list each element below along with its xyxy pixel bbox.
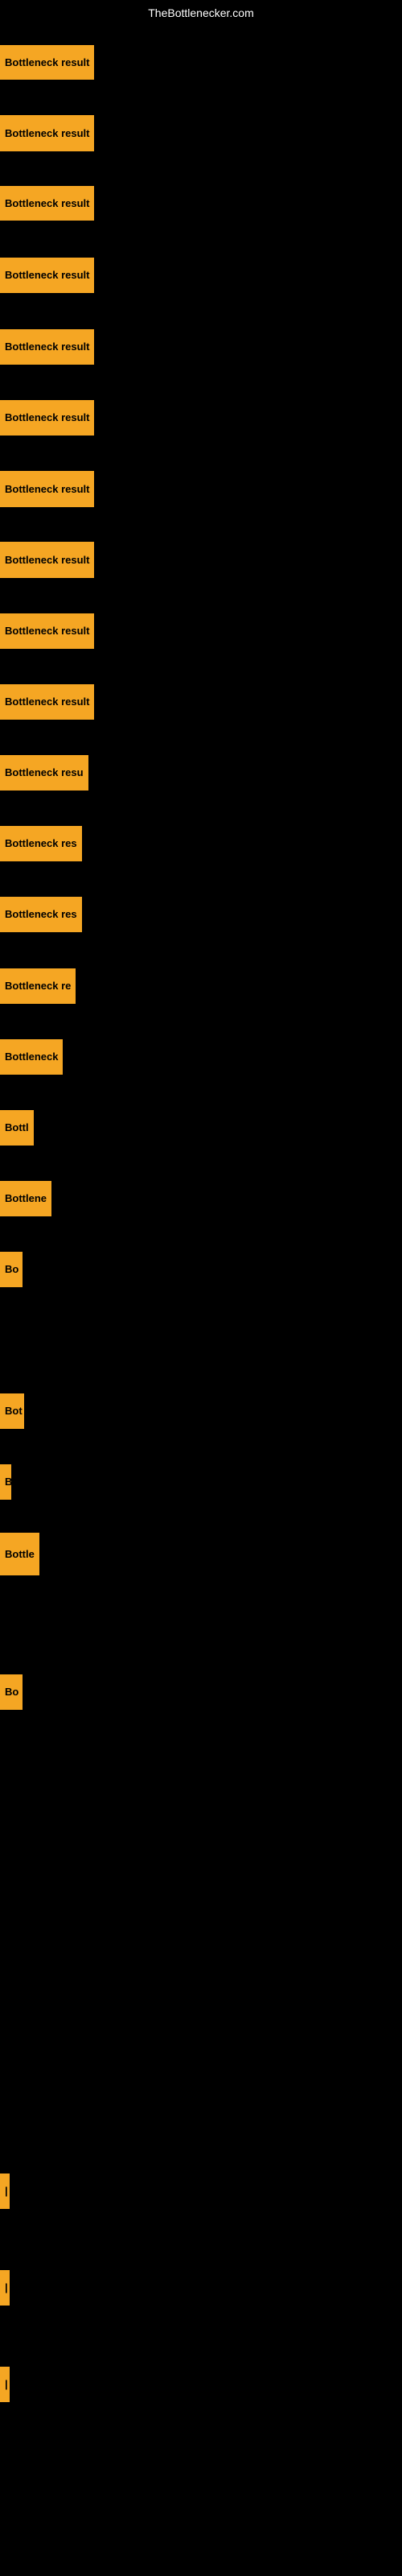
bottleneck-result-label-26: | <box>0 2270 10 2306</box>
bottleneck-result-label-2: Bottleneck result <box>0 115 94 151</box>
bottleneck-result-label-12: Bottleneck res <box>0 826 82 861</box>
bottleneck-result-label-17: Bottlene <box>0 1181 51 1216</box>
bottleneck-result-label-13: Bottleneck res <box>0 897 82 932</box>
bottleneck-result-label-15: Bottleneck <box>0 1039 63 1075</box>
bottleneck-result-label-1: Bottleneck result <box>0 45 94 80</box>
bottleneck-result-label-21: B <box>0 1464 11 1500</box>
bottleneck-result-label-11: Bottleneck resu <box>0 755 88 791</box>
bottleneck-result-label-7: Bottleneck result <box>0 471 94 507</box>
bottleneck-result-label-18: Bo <box>0 1252 23 1287</box>
bottleneck-result-label-16: Bottl <box>0 1110 34 1146</box>
bottleneck-result-label-10: Bottleneck result <box>0 684 94 720</box>
bottleneck-result-label-25: | <box>0 2174 10 2209</box>
bottleneck-result-label-5: Bottleneck result <box>0 329 94 365</box>
bottleneck-result-label-24: Bo <box>0 1674 23 1710</box>
bottleneck-result-label-27: | <box>0 2367 10 2402</box>
bottleneck-result-label-4: Bottleneck result <box>0 258 94 293</box>
bottleneck-result-label-22: Bottle <box>0 1533 39 1575</box>
bottleneck-result-label-8: Bottleneck result <box>0 542 94 578</box>
bottleneck-result-label-20: Bot <box>0 1393 24 1429</box>
bottleneck-result-label-6: Bottleneck result <box>0 400 94 436</box>
bottleneck-result-label-3: Bottleneck result <box>0 186 94 221</box>
bottleneck-result-label-9: Bottleneck result <box>0 613 94 649</box>
site-title: TheBottlenecker.com <box>148 6 254 19</box>
bottleneck-result-label-14: Bottleneck re <box>0 968 76 1004</box>
